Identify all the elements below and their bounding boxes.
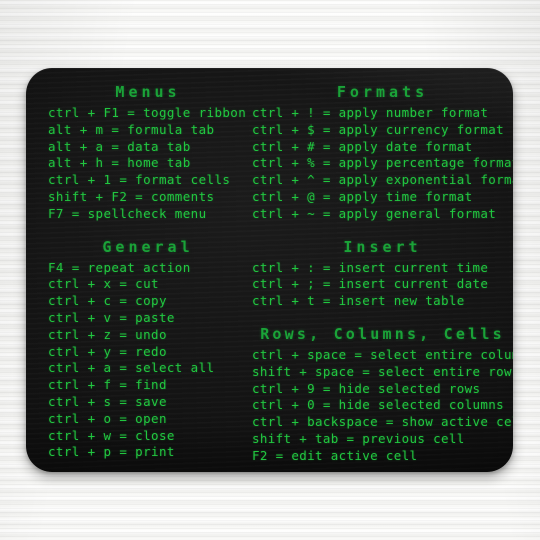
scene-backdrop: Menus ctrl + F1 = toggle ribbon alt + m … xyxy=(0,0,540,540)
shortcut-line: F4 = repeat action xyxy=(48,259,191,275)
shortcut-line: ctrl + % = apply percentage format xyxy=(252,155,513,171)
shortcut-line: ctrl + # = apply date format xyxy=(252,138,473,154)
section-lines-insert: ctrl + : = insert current time ctrl + ; … xyxy=(252,260,513,310)
shortcut-line: alt + h = home tab xyxy=(48,155,191,171)
shortcut-line: ctrl + F1 = toggle ribbon xyxy=(48,105,247,120)
section-heading-formats: Formats xyxy=(336,83,429,101)
left-column: Menus ctrl + F1 = toggle ribbon alt + m … xyxy=(26,74,248,472)
section-lines-menus: ctrl + F1 = toggle ribbon alt + m = form… xyxy=(48,105,248,223)
shortcut-sheet: Menus ctrl + F1 = toggle ribbon alt + m … xyxy=(26,68,513,472)
section-heading-insert: Insert xyxy=(343,237,422,256)
shortcut-line: F7 = spellcheck menu xyxy=(48,205,207,221)
shortcut-line: ctrl + 9 = hide selected rows xyxy=(252,380,481,396)
shortcut-line: ctrl + s = save xyxy=(48,393,167,409)
shortcut-line: shift + tab = previous cell xyxy=(252,430,465,446)
shortcut-line: alt + m = formula tab xyxy=(48,121,215,137)
shortcut-line: ctrl + t = insert new table xyxy=(252,293,465,309)
shortcut-line: ctrl + ~ = apply general format xyxy=(252,205,497,221)
shortcut-line: ctrl + p = print xyxy=(48,444,175,460)
section-heading-menus: Menus xyxy=(115,83,181,101)
shortcut-line: ctrl + f = find xyxy=(48,377,167,393)
section-heading-rows-columns-cells: Rows, Columns, Cells xyxy=(260,324,505,343)
shortcut-line: ctrl + $ = apply currency format xyxy=(252,121,505,137)
shortcut-line: F2 = edit active cell xyxy=(252,447,418,463)
shortcut-line: ctrl + ; = insert current date xyxy=(252,276,489,292)
shortcut-line: ctrl + 1 = format cells xyxy=(48,172,231,188)
shortcut-line: ctrl + space = select entire column xyxy=(252,346,513,362)
shortcut-line: ctrl + ^ = apply exponential format xyxy=(252,172,513,188)
shortcut-line: ctrl + w = close xyxy=(48,427,175,443)
shortcut-line: ctrl + @ = apply time format xyxy=(252,188,473,204)
shortcut-line: shift + space = select entire row xyxy=(252,363,512,379)
shortcut-line: ctrl + backspace = show active cell xyxy=(252,414,513,430)
mousepad-product: Menus ctrl + F1 = toggle ribbon alt + m … xyxy=(26,68,513,472)
section-lines-formats: ctrl + ! = apply number format ctrl + $ … xyxy=(252,105,513,223)
shortcut-line: ctrl + : = insert current time xyxy=(252,259,489,275)
shortcut-line: ctrl + z = undo xyxy=(48,326,167,342)
shortcut-line: ctrl + y = redo xyxy=(48,343,167,359)
shortcut-line: ctrl + a = select all xyxy=(48,360,215,376)
section-heading-general: General xyxy=(102,237,194,256)
shortcut-line: ctrl + v = paste xyxy=(48,309,175,325)
shortcut-line: ctrl + ! = apply number format xyxy=(252,105,489,120)
shortcut-line: ctrl + 0 = hide selected columns xyxy=(252,397,505,413)
section-lines-general: F4 = repeat action ctrl + x = cut ctrl +… xyxy=(48,260,248,462)
shortcut-line: ctrl + x = cut xyxy=(48,276,159,292)
shortcut-line: ctrl + o = open xyxy=(48,410,167,426)
shortcut-line: ctrl + c = copy xyxy=(48,293,167,309)
right-column: Formats ctrl + ! = apply number format c… xyxy=(248,74,513,472)
shortcut-line: shift + F2 = comments xyxy=(48,188,215,204)
shortcut-line: alt + a = data tab xyxy=(48,138,191,154)
section-lines-rows-columns-cells: ctrl + space = select entire column shif… xyxy=(252,347,513,465)
